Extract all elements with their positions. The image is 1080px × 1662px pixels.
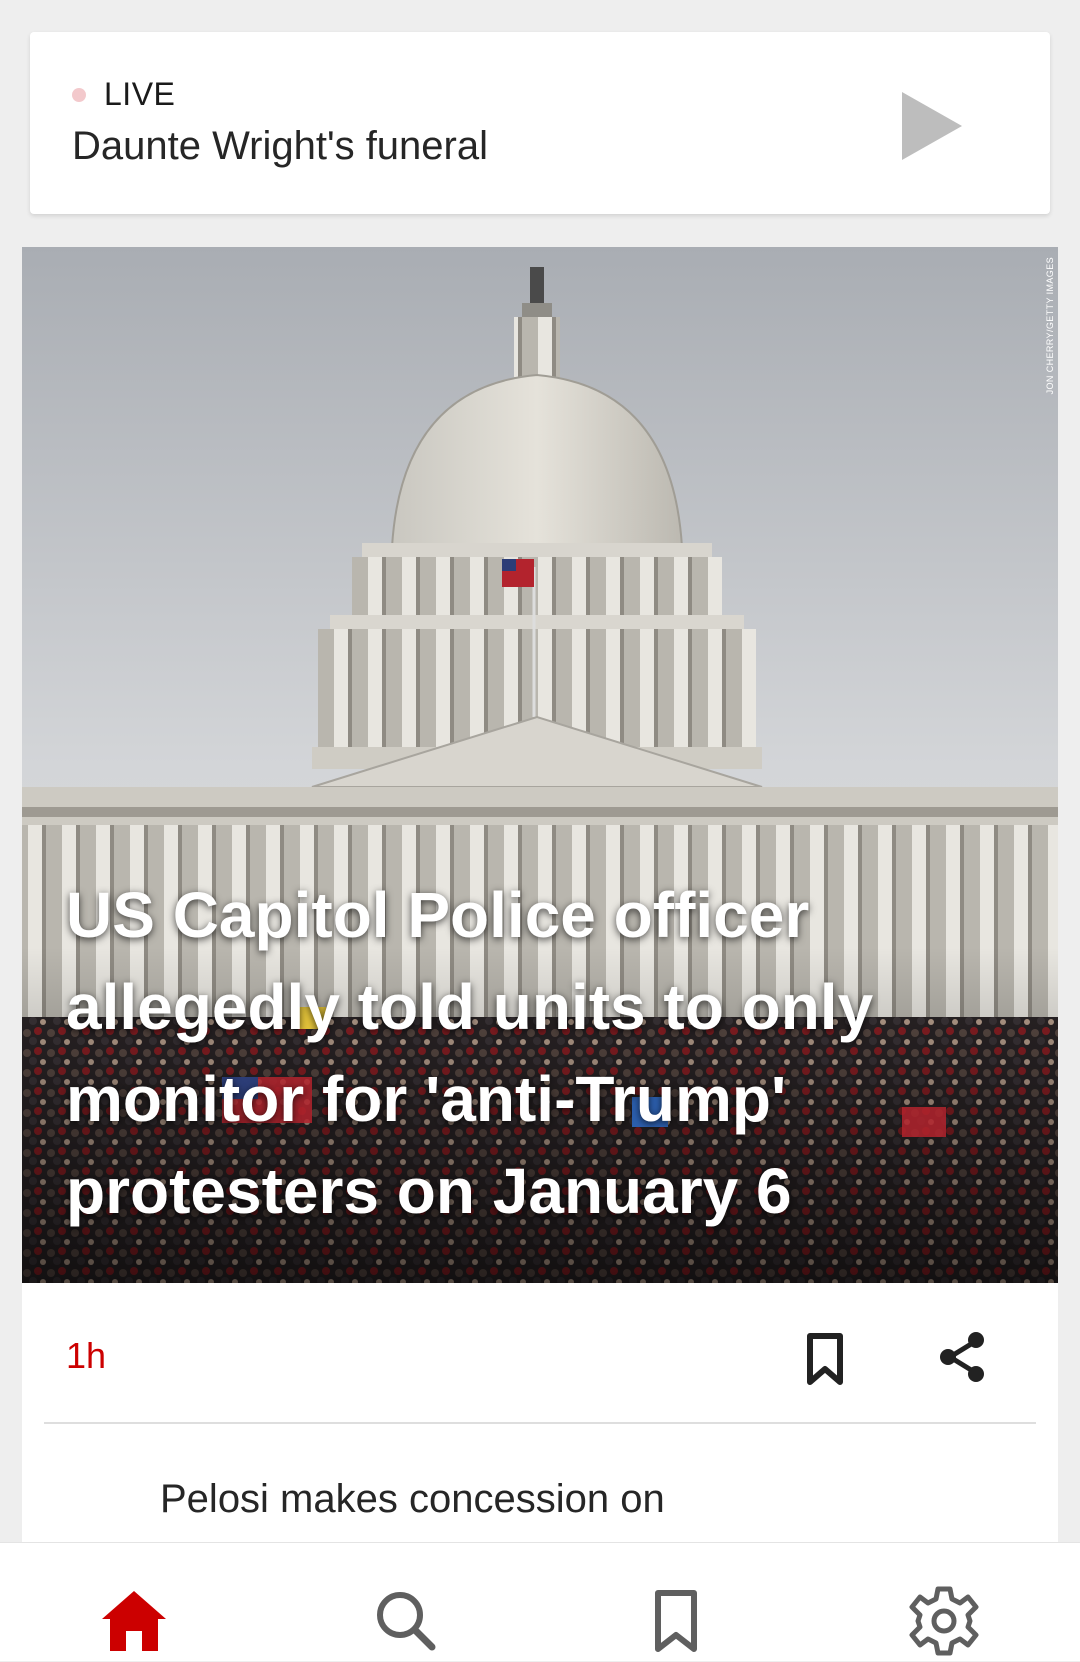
story-timestamp: 1h: [66, 1335, 107, 1376]
next-story-title[interactable]: Pelosi makes concession on: [160, 1477, 665, 1522]
live-indicator: LIVE: [72, 76, 175, 113]
story-headline[interactable]: US Capitol Police officer allegedly told…: [66, 869, 1006, 1237]
live-card[interactable]: LIVE Daunte Wright's funeral: [30, 32, 1050, 214]
live-dot: [72, 87, 86, 102]
live-title[interactable]: Daunte Wright's funeral: [72, 124, 488, 169]
share-icon[interactable]: [936, 1329, 988, 1385]
story-card[interactable]: JON CHERRY/GETTY IMAGES US Capitol Polic…: [22, 247, 1058, 1547]
photo-credit: JON CHERRY/GETTY IMAGES: [1045, 257, 1055, 395]
divider: [44, 1422, 1036, 1424]
bookmark-icon[interactable]: [800, 1331, 850, 1387]
live-label: LIVE: [104, 76, 176, 112]
saved-bookmark-icon[interactable]: [640, 1585, 712, 1657]
search-icon[interactable]: [370, 1585, 442, 1657]
bottom-nav: [0, 1542, 1080, 1661]
home-icon[interactable]: [98, 1585, 170, 1657]
gear-icon[interactable]: [908, 1585, 980, 1657]
play-icon[interactable]: [890, 86, 970, 166]
story-meta: 1h: [22, 1283, 1058, 1423]
